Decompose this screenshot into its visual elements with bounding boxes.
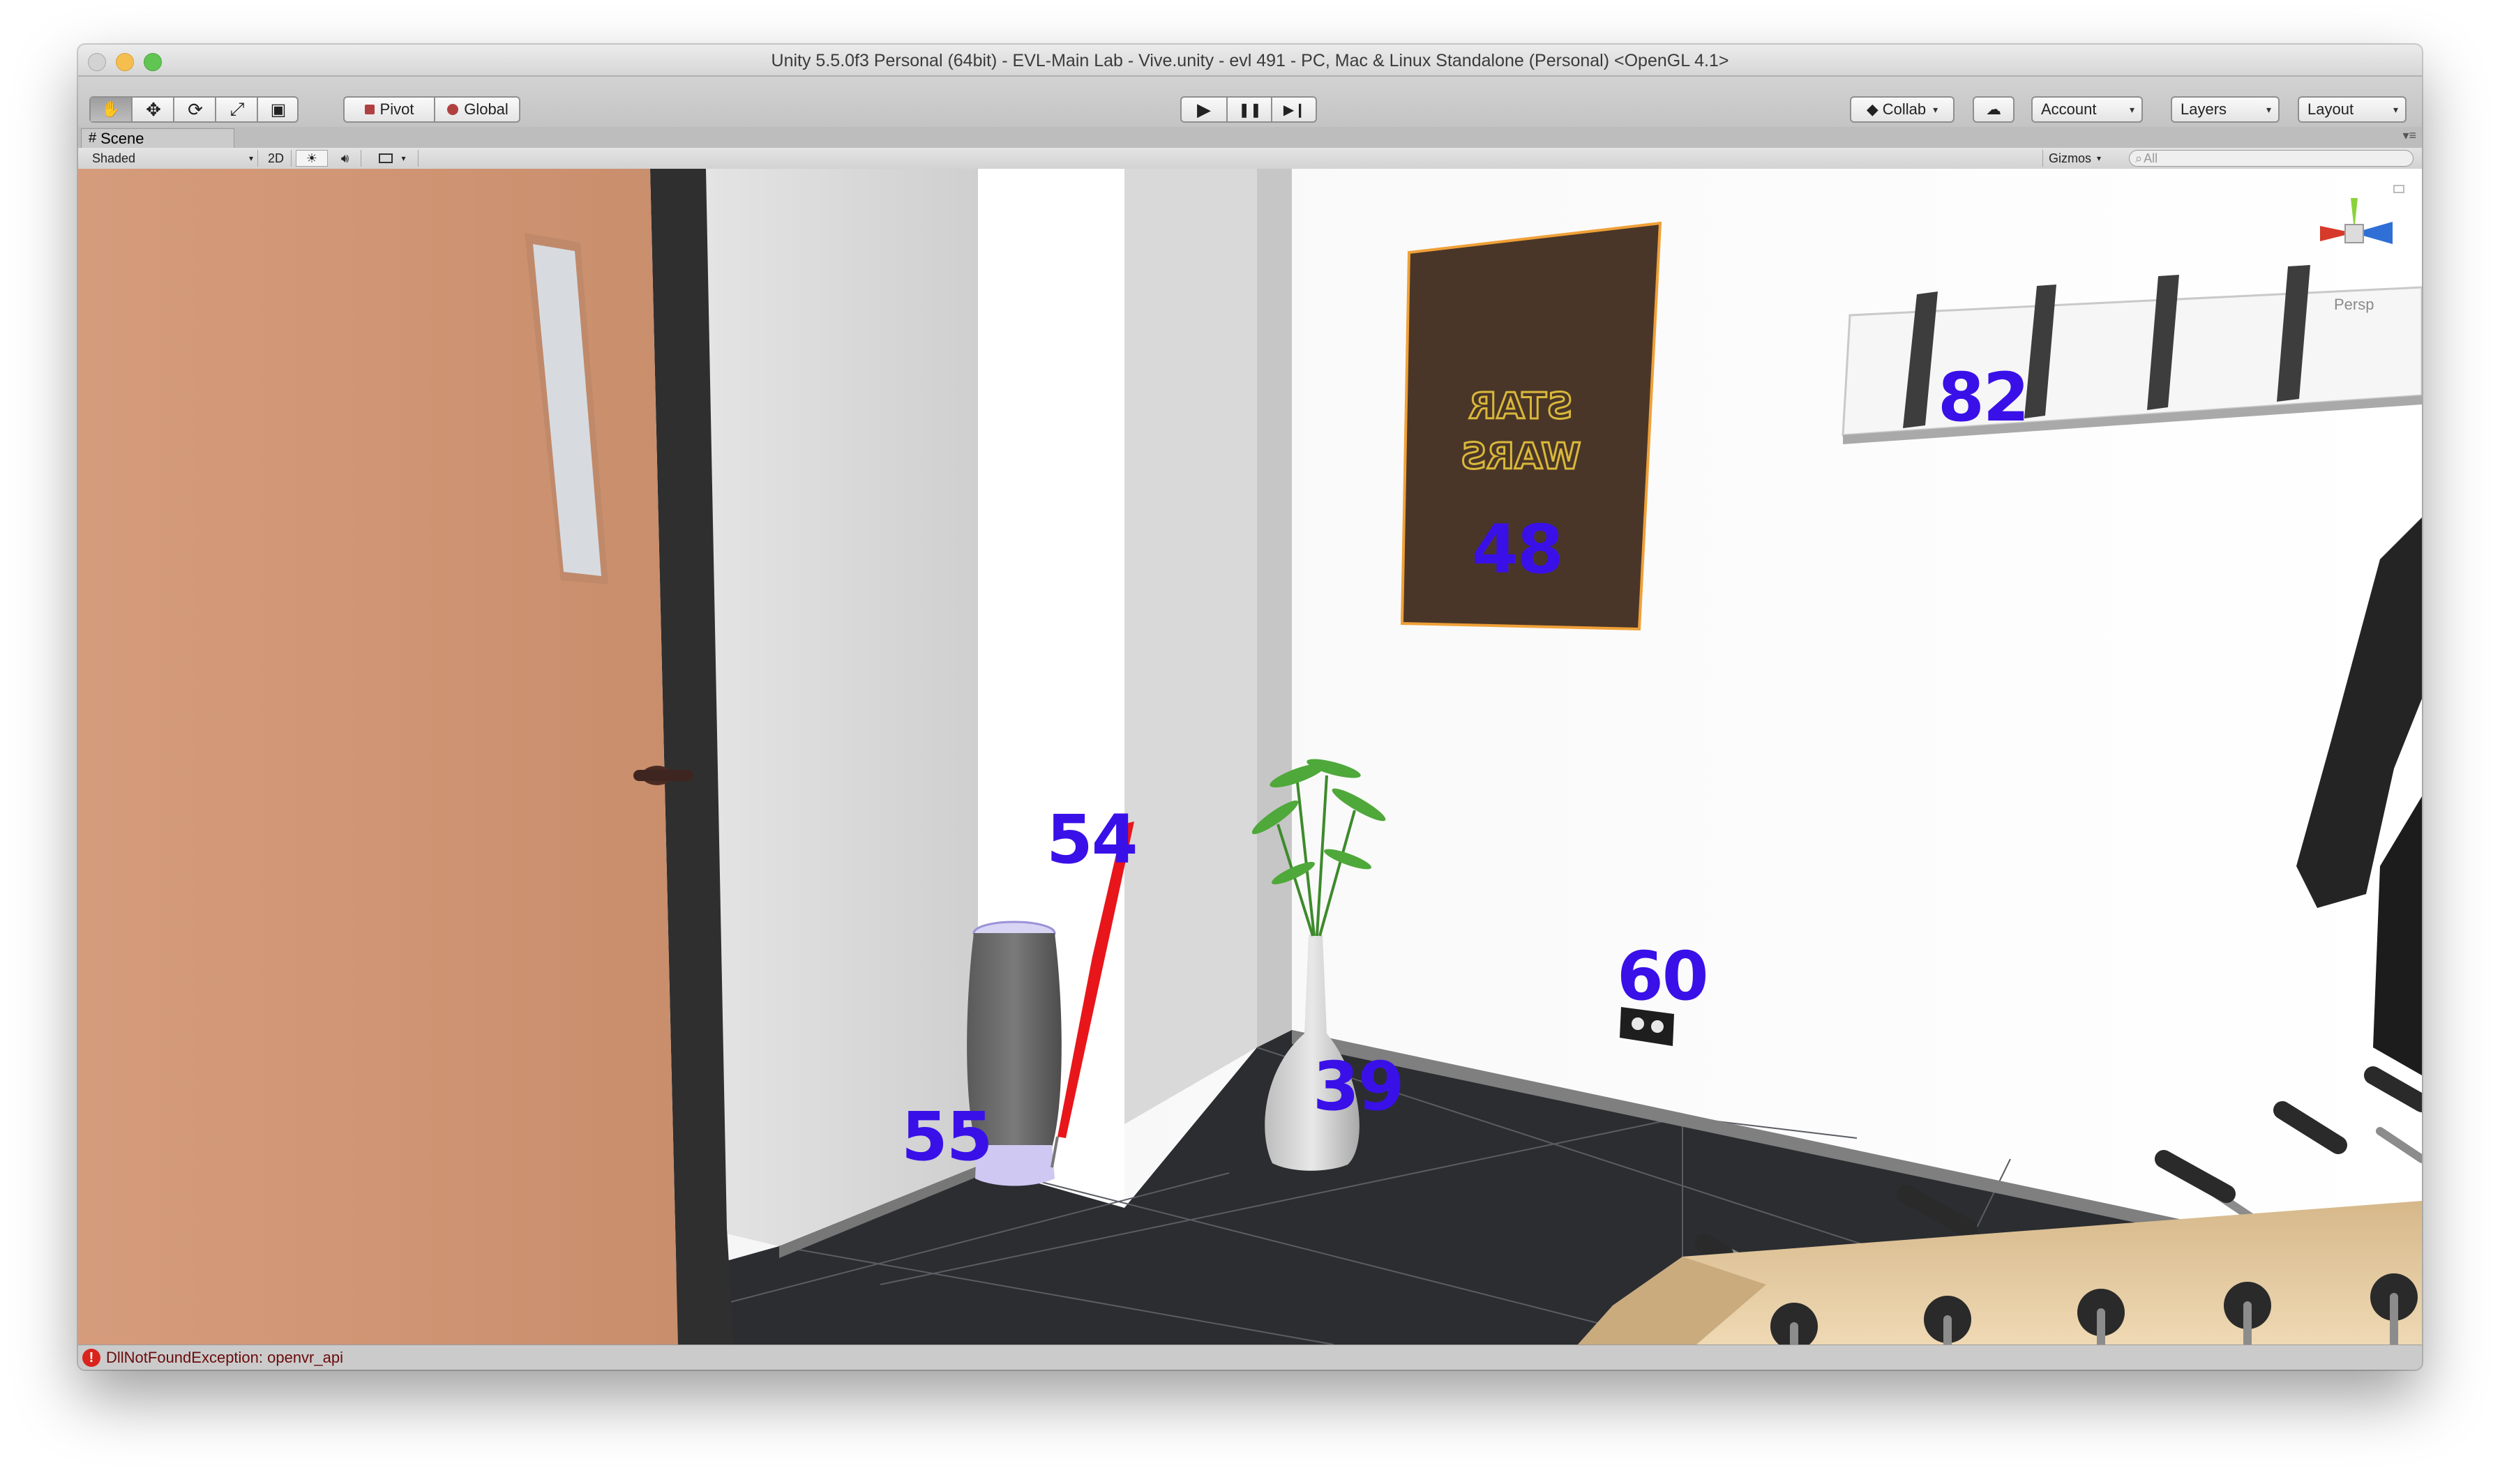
poster-logo: WARS <box>1461 436 1581 478</box>
object-label-umbrella-stand: 55 <box>901 1098 993 1176</box>
play-button[interactable]: ▶ <box>1182 98 1226 121</box>
object-label-outlet: 60 <box>1617 937 1709 1015</box>
2d-label: 2D <box>267 151 284 165</box>
chevron-down-icon: ▾ <box>1933 103 1938 115</box>
title-bar: Unity 5.5.0f3 Personal (64bit) - EVL-Mai… <box>78 45 2422 77</box>
hand-tool-button[interactable]: ✋ <box>91 98 131 121</box>
shading-mode-dropdown[interactable]: Shaded ▾ <box>84 150 258 167</box>
sun-icon: ☀ <box>306 151 318 165</box>
poster-logo: STAR <box>1468 386 1572 427</box>
projection-mode-label[interactable]: Persp <box>2334 296 2374 314</box>
status-message: DllNotFoundException: openvr_api <box>106 1349 343 1366</box>
move-tool-button[interactable]: ✥ <box>131 98 174 121</box>
transform-tools-group: ✋ ✥ ⟳ ⤢ ▣ <box>89 96 299 123</box>
window-title: Unity 5.5.0f3 Personal (64bit) - EVL-Mai… <box>771 51 1729 70</box>
scene-search-input[interactable]: ⌕ All <box>2129 150 2414 167</box>
chevron-down-icon: ▾ <box>248 153 253 163</box>
2d-mode-toggle[interactable]: 2D <box>261 150 292 167</box>
pause-button[interactable]: ❚❚ <box>1226 98 1272 121</box>
column-side <box>1124 169 1257 1124</box>
scene-grid-icon: # <box>89 130 97 146</box>
account-dropdown[interactable]: Account ▾ <box>2031 96 2143 123</box>
shading-mode-label: Shaded <box>92 151 136 165</box>
rotate-icon: ⟳ <box>188 98 203 120</box>
cloud-button[interactable]: ☁ <box>1973 96 2015 123</box>
scene-render: STAR WARS <box>78 169 2422 1345</box>
scale-tool-button[interactable]: ⤢ <box>215 98 258 121</box>
gizmo-center-cube <box>2344 224 2364 243</box>
collab-icon: ◆ <box>1866 100 1878 118</box>
search-placeholder: All <box>2144 151 2158 165</box>
layers-label: Layers <box>2181 100 2227 118</box>
pivot-handle-group: Pivot Global <box>343 96 520 123</box>
scene-viewport[interactable]: STAR WARS 48 82 54 55 39 60 Persp <box>78 169 2422 1345</box>
speaker-icon: 🔊︎ <box>340 151 349 165</box>
scale-icon: ⤢ <box>229 98 245 119</box>
layout-label: Layout <box>2307 100 2354 118</box>
play-icon: ▶ <box>1197 98 1211 120</box>
outlet-socket <box>1651 1020 1664 1033</box>
gizmos-label: Gizmos <box>2049 151 2092 165</box>
step-button[interactable]: ▶❙ <box>1271 98 1317 121</box>
chevron-down-icon: ▾ <box>2129 103 2134 115</box>
object-label-poster: 48 <box>1472 510 1564 589</box>
object-label-vase: 39 <box>1313 1047 1405 1126</box>
pause-icon: ❚❚ <box>1238 102 1262 118</box>
chevron-down-icon: ▾ <box>2393 103 2398 115</box>
column-edge <box>1257 169 1292 1047</box>
scene-tab-label: Scene <box>100 129 144 147</box>
scene-effects-dropdown[interactable]: ▾ <box>367 150 419 167</box>
scene-audio-toggle[interactable]: 🔊︎ <box>329 150 361 167</box>
collab-dropdown[interactable]: ◆ Collab ▾ <box>1850 96 1955 123</box>
unity-editor-window: Unity 5.5.0f3 Personal (64bit) - EVL-Mai… <box>78 45 2422 1370</box>
layers-dropdown[interactable]: Layers ▾ <box>2171 96 2280 123</box>
collab-label: Collab <box>1882 100 1927 118</box>
rotate-tool-button[interactable]: ⟳ <box>173 98 216 121</box>
layout-dropdown[interactable]: Layout ▾ <box>2298 96 2407 123</box>
search-icon: ⌕ <box>2135 151 2143 165</box>
rect-transform-icon: ▣ <box>270 100 287 119</box>
panel-menu-icon[interactable]: ▾≡ <box>2402 128 2416 143</box>
step-icon: ▶❙ <box>1283 102 1307 118</box>
image-icon <box>379 153 393 163</box>
status-bar[interactable]: ! DllNotFoundException: openvr_api <box>78 1345 2422 1370</box>
chevron-down-icon: ▾ <box>2097 153 2102 163</box>
tab-scene[interactable]: # Scene <box>81 128 234 148</box>
playback-controls: ▶ ❚❚ ▶❙ <box>1180 96 1317 123</box>
scene-view-toolbar: Shaded ▾ 2D ☀ 🔊︎ ▾ Gizmos ▾ ⌕ All <box>78 148 2422 169</box>
cloud-icon: ☁ <box>1986 100 2001 118</box>
hand-icon: ✋ <box>101 100 121 118</box>
outlet-socket <box>1632 1017 1644 1030</box>
chevron-down-icon: ▾ <box>2266 103 2271 115</box>
scene-lighting-toggle[interactable]: ☀ <box>296 150 328 167</box>
account-label: Account <box>2041 100 2097 118</box>
global-toggle-button[interactable]: Global <box>434 98 520 121</box>
object-label-umbrella: 54 <box>1046 801 1138 879</box>
door-handle[interactable] <box>633 770 693 781</box>
panel-tab-bar: # Scene ▾≡ <box>78 127 2422 149</box>
left-wall <box>706 169 978 1246</box>
pivot-label: Pivot <box>379 100 414 118</box>
rect-tool-button[interactable]: ▣ <box>257 98 299 121</box>
move-arrows-icon: ✥ <box>146 98 161 120</box>
globe-icon <box>447 104 459 115</box>
pivot-toggle-button[interactable]: Pivot <box>345 98 434 121</box>
chevron-down-icon: ▾ <box>401 153 406 163</box>
object-label-coat-rack: 82 <box>1938 358 2030 437</box>
pivot-icon <box>364 105 375 114</box>
gizmos-dropdown[interactable]: Gizmos ▾ <box>2042 150 2112 167</box>
error-icon: ! <box>82 1349 100 1367</box>
global-label: Global <box>464 100 509 118</box>
